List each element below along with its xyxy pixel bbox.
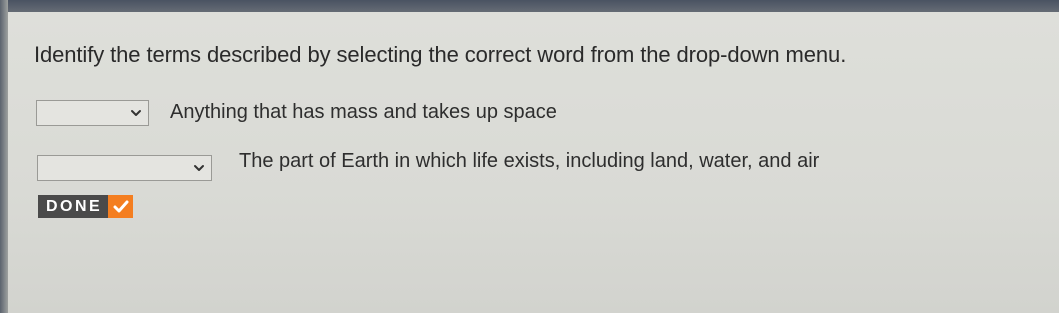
window-left-edge [0, 0, 8, 313]
done-button-label: DONE [38, 195, 109, 218]
done-button[interactable]: DONE [38, 195, 134, 218]
definition-1: Anything that has mass and takes up spac… [170, 101, 557, 123]
chevron-down-icon [131, 110, 141, 116]
term-dropdown-2[interactable] [37, 155, 212, 181]
definition-2: The part of Earth in which life exists, … [239, 150, 820, 172]
chevron-down-icon [194, 165, 204, 171]
term-dropdown-1[interactable] [36, 100, 149, 126]
checkmark-icon [108, 195, 134, 218]
instructions-text: Identify the terms described by selectin… [34, 42, 847, 67]
